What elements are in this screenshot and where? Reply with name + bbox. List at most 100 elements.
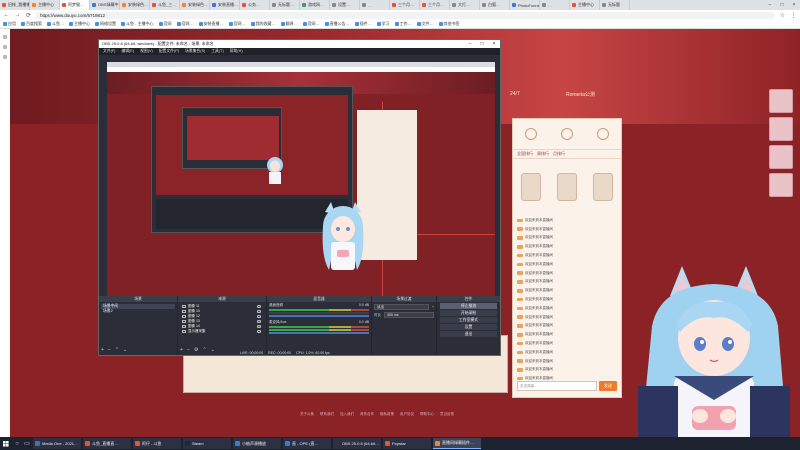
- browser-tab[interactable]: 旧帐_我播播播: [0, 0, 30, 10]
- scene-item[interactable]: 场景2: [101, 309, 175, 314]
- side-icon[interactable]: [3, 45, 7, 49]
- browser-tab[interactable]: 安装绿色…: [180, 0, 210, 10]
- browser-tab[interactable]: 安装直播…: [210, 0, 240, 10]
- avatar[interactable]: [521, 172, 541, 201]
- taskbar-app[interactable]: Popstar: [383, 438, 431, 449]
- move-up-icon[interactable]: ⌃: [202, 347, 206, 353]
- volume-slider[interactable]: [269, 332, 369, 334]
- browser-tab[interactable]: 主播中心: [570, 0, 600, 10]
- bookmark-item[interactable]: 插件…: [354, 21, 372, 27]
- add-icon[interactable]: +: [180, 347, 183, 353]
- chat-tab[interactable]: 全国排行: [517, 151, 533, 157]
- bookmark-item[interactable]: 官网: [158, 21, 172, 27]
- obs-minimize-icon[interactable]: −: [464, 41, 476, 47]
- obs-maximize-icon[interactable]: □: [476, 41, 488, 47]
- bookmark-item[interactable]: 其他书签: [438, 21, 460, 27]
- eye-icon[interactable]: [257, 305, 261, 308]
- remove-icon[interactable]: −: [187, 347, 190, 353]
- control-button[interactable]: 工作室模式: [440, 317, 497, 323]
- browser-tab[interactable]: 无标题: [600, 0, 630, 10]
- back-icon[interactable]: ←: [3, 12, 10, 18]
- search-icon[interactable]: ○: [12, 437, 22, 450]
- bookmark-item[interactable]: 安装直播…: [198, 21, 224, 27]
- eye-icon[interactable]: [257, 320, 261, 323]
- taskbar-app[interactable]: 直 - OPE (直…: [283, 438, 331, 449]
- duration-input[interactable]: 300 ms: [384, 312, 434, 318]
- reload-icon[interactable]: ⟳: [25, 12, 32, 19]
- control-button[interactable]: 开始录制: [440, 310, 497, 316]
- start-button[interactable]: [0, 437, 12, 450]
- footer-link[interactable]: 商务合作: [360, 412, 374, 417]
- obs-menu-item[interactable]: 帮助(H): [230, 49, 243, 54]
- move-up-icon[interactable]: ⌃: [115, 347, 119, 353]
- control-button[interactable]: 退出: [440, 331, 497, 337]
- avatar[interactable]: [557, 172, 577, 201]
- address-bar[interactable]: https://www.douyu.com/5719812: [36, 11, 775, 19]
- eye-icon[interactable]: [257, 315, 261, 318]
- browser-tab[interactable]: 三个月…: [390, 0, 420, 10]
- taskbar-app[interactable]: 阿仔 - 斗鱼: [133, 438, 181, 449]
- browser-tab[interactable]: 大打…: [450, 0, 480, 10]
- obs-menu-item[interactable]: 文件(F): [103, 49, 115, 54]
- add-icon[interactable]: +: [101, 347, 104, 353]
- remove-icon[interactable]: −: [108, 347, 111, 353]
- footer-link[interactable]: 隐私政策: [380, 412, 394, 417]
- footer-link[interactable]: 意见反馈: [440, 412, 454, 417]
- eye-icon[interactable]: [257, 330, 261, 333]
- browser-tab[interactable]: 公务…: [240, 0, 270, 10]
- source-item[interactable]: 显示器采集: [180, 329, 264, 334]
- bookmark-item[interactable]: 网络设置: [95, 21, 116, 27]
- chat-input[interactable]: 发送弹幕...: [517, 381, 597, 391]
- side-icon[interactable]: [3, 55, 7, 59]
- bookmark-item[interactable]: 官网…: [228, 21, 246, 27]
- taskbar-app[interactable]: 小柚声源播放: [233, 438, 281, 449]
- browser-tab[interactable]: PhotoFunnel: [510, 0, 540, 10]
- browser-tab[interactable]: 无标题…: [270, 0, 300, 10]
- browser-tab[interactable]: 安装绿色…: [120, 0, 150, 10]
- maximize-icon[interactable]: □: [776, 0, 788, 9]
- fans-icon[interactable]: [561, 128, 573, 140]
- bookmark-item[interactable]: 直播公告…: [324, 21, 350, 27]
- control-button[interactable]: 停止推流: [440, 303, 497, 309]
- taskbar-app[interactable]: OBS 25.0.8 (64-bit…: [333, 438, 381, 449]
- browser-tab[interactable]: 斗鱼_三…: [150, 0, 180, 10]
- add-icon[interactable]: +: [432, 305, 434, 309]
- task-view-icon[interactable]: ▭: [22, 437, 32, 450]
- avatar[interactable]: [593, 172, 613, 201]
- bookmark-item[interactable]: 我的收藏…: [250, 21, 276, 27]
- footer-link[interactable]: 联系我们: [320, 412, 334, 417]
- send-button[interactable]: 发送: [599, 381, 617, 391]
- bookmark-item[interactable]: 斗鱼…: [47, 21, 64, 27]
- obs-menu-item[interactable]: 视图(V): [140, 49, 153, 54]
- close-icon[interactable]: ×: [788, 0, 800, 9]
- promo-card[interactable]: [769, 89, 793, 113]
- browser-tab[interactable]: …: [360, 0, 390, 10]
- footer-link[interactable]: 用户协议: [400, 412, 414, 417]
- bookmark-item[interactable]: 翻译…: [280, 21, 298, 27]
- transition-select[interactable]: 淡出: [374, 304, 429, 310]
- bookmark-item[interactable]: 官网…: [176, 21, 194, 27]
- browser-tab[interactable]: …: [540, 0, 570, 10]
- browser-tab[interactable]: 三个月…: [420, 0, 450, 10]
- eye-icon[interactable]: [257, 310, 261, 313]
- move-down-icon[interactable]: ⌄: [123, 347, 127, 353]
- gift-rank-icon[interactable]: [597, 128, 609, 140]
- obs-close-icon[interactable]: ×: [488, 41, 500, 47]
- footer-link[interactable]: 关于斗鱼: [300, 412, 314, 417]
- browser-tab[interactable]: 阿梦猫…: [60, 0, 90, 10]
- footer-link[interactable]: 加入我们: [340, 412, 354, 417]
- browser-tab[interactable]: 游戏网…: [300, 0, 330, 10]
- bookmark-item[interactable]: 百度搜索: [21, 21, 42, 27]
- bookmark-item[interactable]: 学习: [376, 21, 390, 27]
- taskbar-app[interactable]: Steam: [183, 438, 231, 449]
- menu-icon[interactable]: ⋮: [790, 12, 797, 19]
- move-down-icon[interactable]: ⌄: [211, 347, 215, 353]
- eye-icon[interactable]: [257, 325, 261, 328]
- browser-tab[interactable]: 主播中心: [30, 0, 60, 10]
- obs-menu-item[interactable]: 配置文件(P): [159, 49, 179, 54]
- forward-icon[interactable]: →: [14, 12, 21, 18]
- browser-tab[interactable]: 设置…: [330, 0, 360, 10]
- promo-card[interactable]: [769, 173, 793, 197]
- taskbar-app[interactable]: 斗鱼_直播直…: [83, 438, 131, 449]
- control-button[interactable]: 设置: [440, 324, 497, 330]
